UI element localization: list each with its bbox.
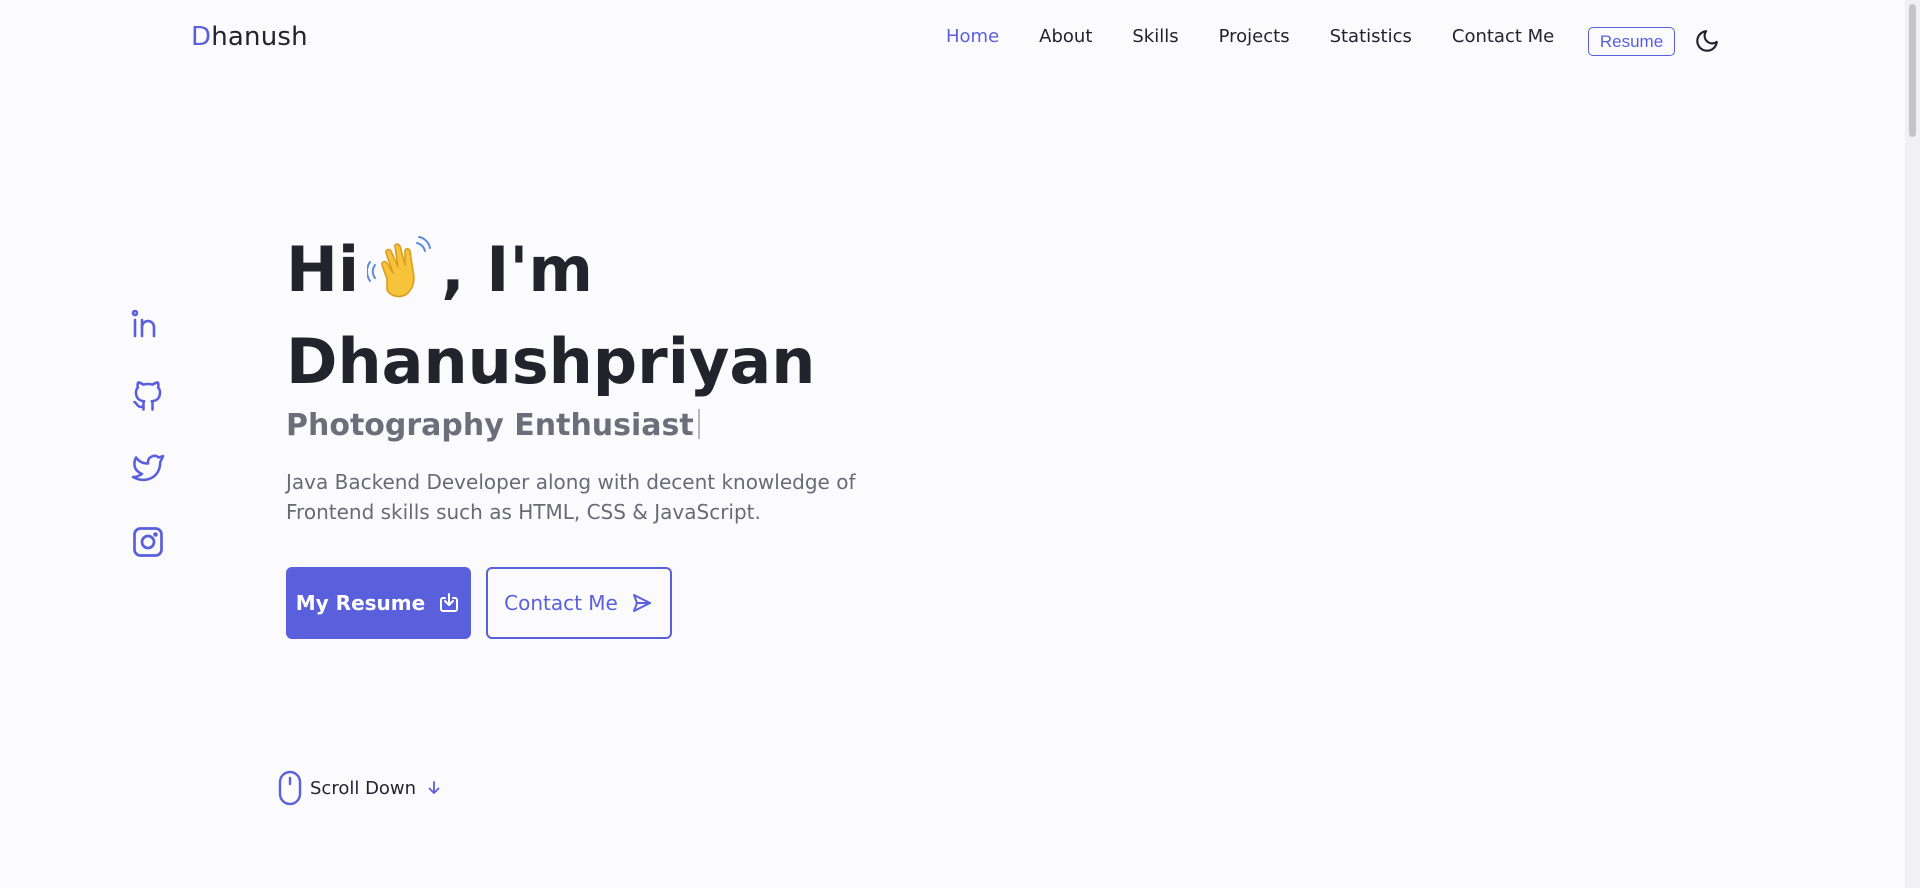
my-resume-button[interactable]: My Resume	[286, 567, 471, 639]
scroll-down-label: Scroll Down	[310, 777, 417, 799]
twitter-icon[interactable]	[130, 450, 166, 486]
nav-statistics[interactable]: Statistics	[1330, 26, 1412, 47]
typing-cursor	[697, 409, 700, 439]
nav-home[interactable]: Home	[946, 26, 999, 47]
nav-skills[interactable]: Skills	[1132, 26, 1178, 47]
greeting-hi: Hi	[286, 233, 360, 306]
scroll-down-link[interactable]: Scroll Down	[278, 770, 442, 806]
arrow-down-icon	[428, 781, 440, 794]
my-resume-label: My Resume	[295, 591, 426, 615]
waving-hand-icon	[366, 235, 437, 305]
scrollbar-thumb[interactable]	[1909, 4, 1916, 137]
main-nav: Home About Skills Projects Statistics Co…	[946, 26, 1594, 47]
hero-name: Dhanushpriyan	[286, 325, 816, 398]
nav-projects[interactable]: Projects	[1219, 26, 1290, 47]
resume-button[interactable]: Resume	[1588, 27, 1675, 56]
hero-description: Java Backend Developer along with decent…	[286, 470, 856, 524]
nav-about[interactable]: About	[1039, 26, 1092, 47]
contact-me-label: Contact Me	[504, 591, 618, 615]
page: Dhanush Home About Skills Projects Stati…	[0, 0, 1920, 888]
download-icon	[440, 593, 459, 612]
hero-greeting: Hi , I'm	[286, 230, 593, 310]
moon-icon[interactable]	[1694, 28, 1720, 54]
linkedin-icon[interactable]	[130, 306, 166, 342]
instagram-icon[interactable]	[130, 524, 166, 560]
site-logo[interactable]: Dhanush	[191, 22, 308, 52]
contact-me-button[interactable]: Contact Me	[486, 567, 672, 639]
greeting-rest: , I'm	[441, 233, 593, 306]
send-icon	[632, 594, 651, 612]
mouse-icon	[278, 770, 302, 806]
typed-role: Photography Enthusiast	[286, 408, 694, 443]
logo-initial: D	[191, 22, 212, 52]
page-scrollbar[interactable]	[1905, 0, 1920, 888]
github-icon[interactable]	[130, 378, 166, 414]
nav-contact[interactable]: Contact Me	[1452, 26, 1554, 47]
logo-text: hanush	[211, 22, 308, 52]
hero-subtitle: Photography Enthusiast	[286, 408, 700, 443]
